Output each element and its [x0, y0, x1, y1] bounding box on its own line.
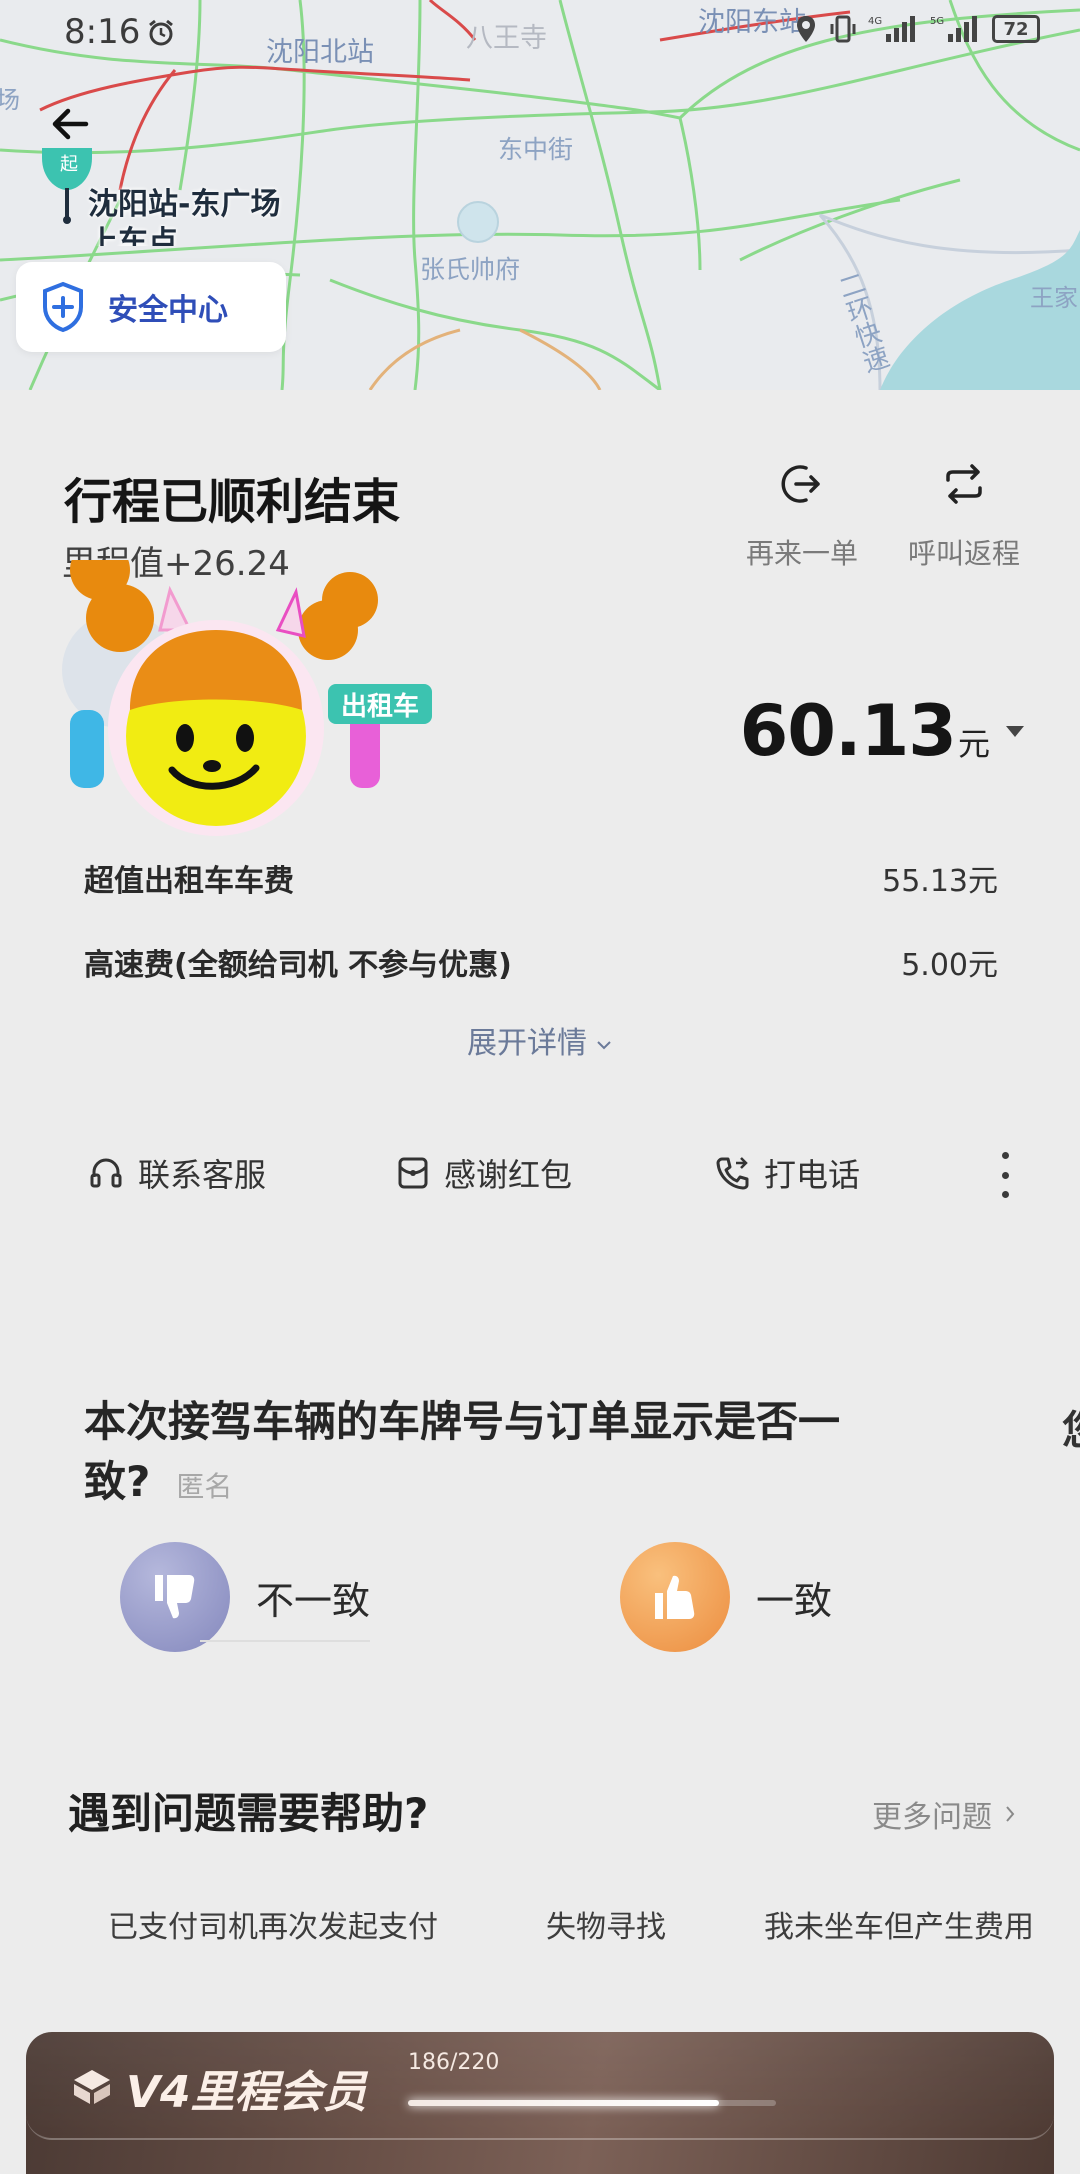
shield-plus-icon [43, 281, 83, 333]
thanks-red-packet-label: 感谢红包 [444, 1156, 573, 1194]
fee-value: 5.00元 [901, 948, 998, 983]
contact-service-label: 联系客服 [138, 1156, 267, 1194]
price-unit: 元 [957, 725, 990, 763]
thumbs-up-icon [655, 1575, 695, 1619]
answer-match-label: 一致 [756, 1578, 833, 1623]
trip-toolbar: 联系客服 感谢红包 打电话 [0, 1150, 1080, 1200]
svg-text:5G: 5G [930, 16, 944, 27]
reorder-icon [781, 465, 820, 503]
trip-status-title: 行程已顺利结束 [64, 474, 401, 530]
expand-details-label: 展开详情 [467, 1026, 587, 1061]
more-questions-label: 更多问题 [872, 1800, 992, 1835]
anonymous-tag: 匿名 [176, 1470, 233, 1503]
taxi-badge: 出租车 [328, 684, 432, 724]
reorder-button[interactable]: 再来一单 [732, 462, 872, 572]
map-label-dongzhongjie: 东中街 [498, 135, 574, 164]
help-section-title: 遇到问题需要帮助? [68, 1789, 429, 1838]
red-packet-icon [398, 1157, 428, 1189]
headset-icon [90, 1158, 122, 1188]
fee-name: 高速费(全额给司机 不参与优惠) [84, 948, 512, 983]
fee-row: 高速费(全额给司机 不参与优惠) 5.00元 [84, 940, 998, 984]
signal-4g-icon: 4G [868, 16, 915, 42]
membership-progress-fill [408, 2100, 719, 2106]
pickup-location-label: 沈阳站-东广场 上车点 [88, 187, 281, 246]
reorder-label: 再来一单 [745, 537, 858, 570]
answer-mismatch-button[interactable]: 不一致 [120, 1542, 370, 1652]
expand-details-button[interactable]: 展开详情 [0, 1018, 1080, 1062]
return-trip-label: 呼叫返程 [907, 537, 1020, 570]
chevron-down-icon [597, 1040, 611, 1049]
alarm-icon [149, 19, 173, 46]
phone-icon [716, 1157, 749, 1190]
status-icons: 4G 5G 72 [794, 14, 1040, 44]
chevron-right-icon [1006, 1806, 1015, 1822]
status-time: 8:16 [64, 12, 141, 52]
answer-match-button[interactable]: 一致 [620, 1542, 832, 1652]
survey-question: 本次接驾车辆的车牌号与订单显示是否一致? 匿名 [84, 1392, 904, 1517]
membership-progress-text: 186/220 [408, 2050, 500, 2075]
map-label-east-station: 沈阳东站 [698, 7, 806, 38]
map-view[interactable]: 沈阳北站 八王寺 沈阳东站 东中街 张氏帅府 场 王家 二环快速 8:16 4G… [0, 0, 1080, 390]
total-price[interactable]: 60.13 元 [740, 690, 1024, 772]
map-label-edge-right: 王家 [1030, 284, 1078, 312]
signal-5g-icon: 5G [930, 16, 977, 42]
back-arrow-icon[interactable] [46, 100, 94, 148]
safety-center-label: 安全中心 [108, 293, 228, 328]
vibrate-icon [830, 15, 856, 43]
map-label-bawangsi: 八王寺 [466, 23, 547, 54]
fee-value: 55.13元 [882, 864, 998, 899]
help-topic-repeat-payment[interactable]: 已支付司机再次发起支付 [108, 1902, 438, 1946]
more-options-icon[interactable] [990, 1152, 1020, 1198]
membership-progress-track [408, 2100, 776, 2106]
map-label-north-station: 沈阳北站 [266, 37, 374, 68]
caret-down-icon [1006, 725, 1024, 737]
svg-text:起: 起 [60, 154, 78, 175]
call-driver-button[interactable]: 打电话 [714, 1150, 860, 1196]
battery-indicator: 72 [992, 15, 1040, 43]
help-topic-lost-item[interactable]: 失物寻找 [546, 1902, 666, 1946]
return-trip-button[interactable]: 呼叫返程 [894, 462, 1034, 572]
contact-service-button[interactable]: 联系客服 [88, 1150, 266, 1196]
thumbs-down-icon [155, 1575, 195, 1619]
fee-row: 超值出租车车费 55.13元 [84, 856, 998, 900]
price-amount: 60.13 [739, 690, 957, 772]
call-driver-label: 打电话 [764, 1156, 861, 1194]
divider [200, 1640, 370, 1642]
help-topic-unexpected-fee[interactable]: 我未坐车但产生费用 [764, 1902, 1034, 1946]
answer-mismatch-label: 不一致 [256, 1578, 371, 1623]
safety-center-button[interactable]: 安全中心 [16, 262, 286, 352]
svg-text:4G: 4G [868, 16, 882, 27]
membership-title: V4里程会员 [126, 2067, 367, 2118]
swap-icon [946, 464, 982, 504]
more-questions-link[interactable]: 更多问题 [872, 1792, 1016, 1836]
location-icon [797, 16, 815, 42]
thanks-red-packet-button[interactable]: 感谢红包 [396, 1150, 572, 1196]
fee-name: 超值出租车车费 [84, 864, 294, 899]
next-survey-peek: 您 [1062, 1398, 1080, 1456]
membership-cube-icon [74, 2070, 110, 2104]
membership-banner[interactable]: V4里程会员 186/220 [26, 2032, 1054, 2174]
map-label-edge-left: 场 [0, 86, 20, 114]
map-label-zhangshi: 张氏帅府 [420, 255, 521, 284]
